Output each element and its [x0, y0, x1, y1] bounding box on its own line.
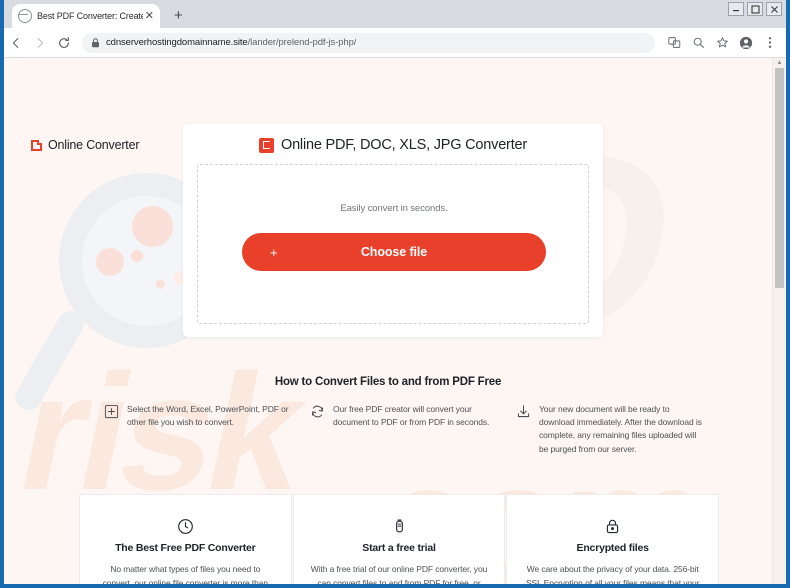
tab-title: Best PDF Converter: Create, Conve — [37, 11, 143, 21]
plus-box-icon — [104, 404, 119, 419]
url-host: cdnserverhostingdomainname.site — [106, 37, 248, 48]
hero-title-row: Online PDF, DOC, XLS, JPG Converter — [183, 137, 603, 153]
scroll-up-arrow-icon[interactable]: ▲ — [773, 58, 786, 67]
howto-step: Your new document will be ready to downl… — [516, 403, 704, 456]
lock-icon — [523, 517, 702, 536]
decor-dot — [131, 250, 143, 262]
bookmark-star-icon[interactable] — [711, 32, 733, 54]
howto-heading: How to Convert Files to and from PDF Fre… — [274, 376, 502, 388]
hero-card: Online PDF, DOC, XLS, JPG Converter Easi… — [183, 124, 603, 337]
browser-toolbar: cdnserverhostingdomainname.site/lander/p… — [4, 28, 786, 58]
plus-icon: + — [270, 244, 278, 260]
search-icon[interactable] — [687, 32, 709, 54]
converter-logo-icon — [31, 139, 42, 151]
feature-card: Encrypted files We care about the privac… — [506, 494, 720, 584]
address-bar[interactable]: cdnserverhostingdomainname.site/lander/p… — [82, 32, 655, 53]
feature-card: The Best Free PDF Converter No matter wh… — [79, 494, 292, 584]
url-path: /lander/prelend-pdf-js-php/ — [247, 37, 357, 48]
maximize-button[interactable] — [747, 2, 763, 16]
howto-step-text: Select the Word, Excel, PowerPoint, PDF … — [127, 404, 289, 428]
close-button[interactable] — [766, 2, 782, 16]
url-text: cdnserverhostingdomainname.site/lander/p… — [106, 37, 356, 48]
choose-file-label: Choose file — [360, 245, 428, 259]
browser-tab[interactable]: Best PDF Converter: Create, Conve ✕ — [12, 4, 160, 28]
toolbar-icons — [663, 32, 786, 54]
lock-icon — [91, 37, 100, 48]
feature-card: Start a free trial With a free trial of … — [292, 494, 506, 584]
download-icon — [516, 404, 531, 419]
tab-strip: Best PDF Converter: Create, Conve ✕ + — [4, 0, 786, 28]
feature-card-title: The Best Free PDF Converter — [115, 542, 256, 554]
howto-step: Our free PDF creator will convert your d… — [310, 403, 498, 456]
feature-card-body: No matter what types of files you need t… — [102, 564, 269, 584]
page-viewport: PD risk com Online Converter — [4, 58, 786, 584]
feature-card-title: Encrypted files — [576, 542, 649, 554]
minimize-button[interactable] — [728, 2, 744, 16]
new-tab-button[interactable]: + — [174, 8, 183, 23]
feature-card-title: Start a free trial — [362, 542, 436, 554]
close-icon[interactable]: ✕ — [145, 10, 154, 22]
decor-dot — [96, 248, 124, 276]
back-button[interactable] — [4, 31, 28, 55]
howto-step-text: Our free PDF creator will convert your d… — [333, 404, 490, 428]
page-title: Online PDF, DOC, XLS, JPG Converter — [280, 137, 528, 153]
howto-step: Select the Word, Excel, PowerPoint, PDF … — [104, 403, 292, 456]
profile-avatar-icon[interactable] — [735, 32, 757, 54]
feature-card-body: With a free trial of our online PDF conv… — [310, 564, 488, 584]
web-page: PD risk com Online Converter — [4, 58, 772, 584]
scrollbar-thumb[interactable] — [775, 68, 784, 288]
feature-cards: The Best Free PDF Converter No matter wh… — [79, 494, 720, 584]
decor-dot — [156, 280, 165, 289]
converter-badge-icon — [258, 137, 274, 153]
three-dot-menu-icon[interactable] — [759, 32, 781, 54]
feature-card-body: We care about the privacy of your data. … — [525, 564, 700, 584]
howto-steps: Select the Word, Excel, PowerPoint, PDF … — [104, 403, 704, 456]
site-logo-label: Online Converter — [48, 138, 140, 152]
browser-window-inner: Best PDF Converter: Create, Conve ✕ + — [4, 0, 786, 584]
file-dropzone[interactable]: Easily convert in seconds. + Choose file — [197, 164, 589, 324]
browser-window: Best PDF Converter: Create, Conve ✕ + — [0, 0, 790, 588]
page-scrollbar[interactable]: ▲ — [772, 58, 786, 584]
window-controls — [728, 2, 782, 16]
refresh-icon — [310, 404, 325, 419]
clock-icon — [96, 517, 275, 536]
dropzone-subtitle: Easily convert in seconds. — [340, 203, 448, 214]
site-logo[interactable]: Online Converter — [31, 138, 139, 152]
howto-step-text: Your new document will be ready to downl… — [539, 404, 702, 454]
translate-icon[interactable] — [663, 32, 685, 54]
decor-dot — [132, 206, 173, 247]
forward-button[interactable] — [28, 31, 52, 55]
battery-icon — [310, 517, 489, 536]
globe-icon — [18, 9, 32, 23]
reload-button[interactable] — [52, 31, 76, 55]
choose-file-button[interactable]: + Choose file — [242, 233, 546, 271]
